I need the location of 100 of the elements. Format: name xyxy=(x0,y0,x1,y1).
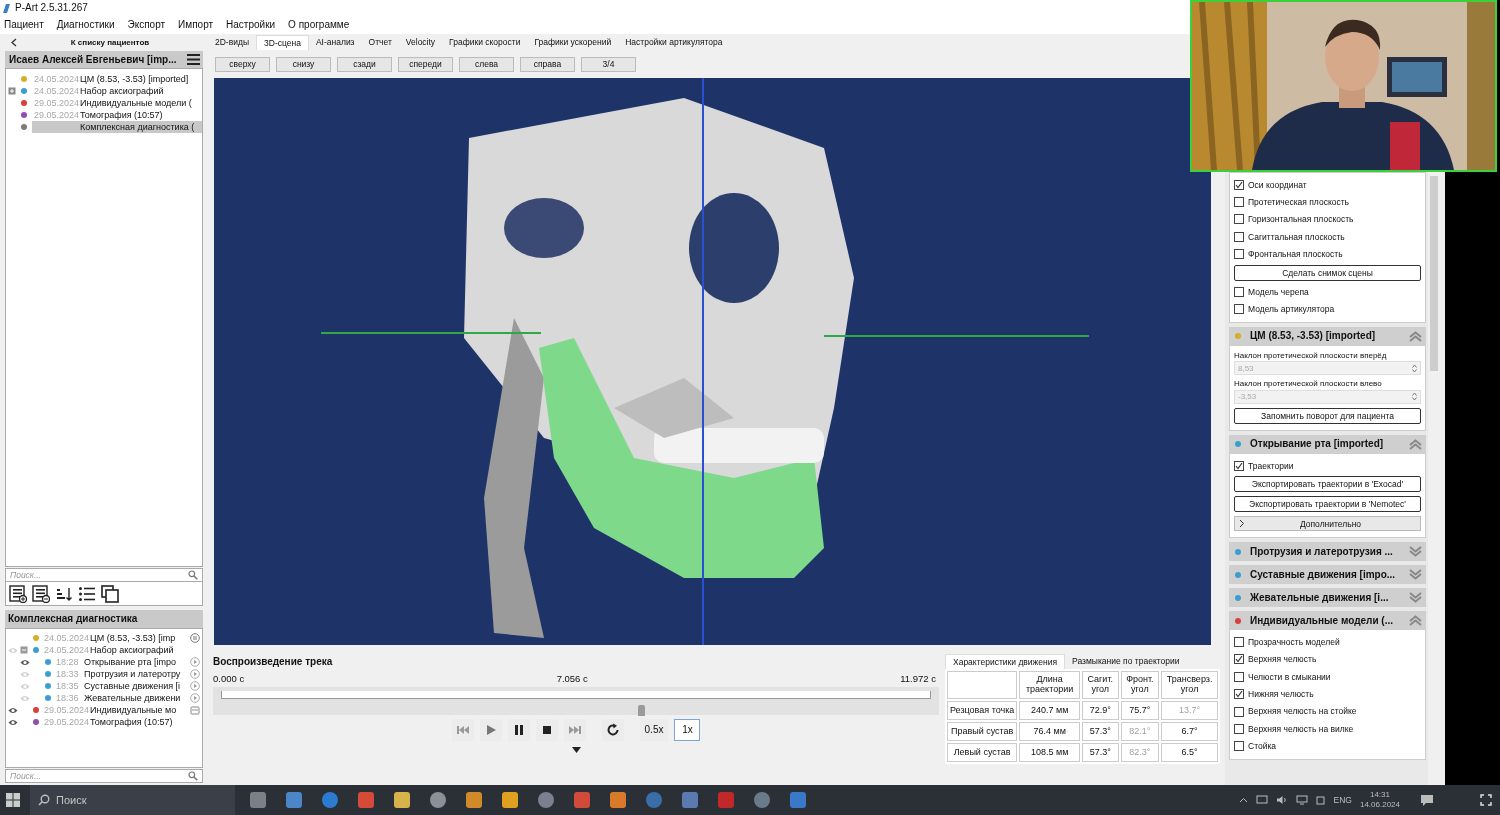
search-field[interactable]: Поиск... xyxy=(5,769,203,783)
play-icon[interactable] xyxy=(190,693,200,703)
list-item[interactable]: 18:36 Жевательные движени xyxy=(6,692,202,704)
search-field[interactable]: Поиск... xyxy=(5,568,203,582)
section-header[interactable]: Жевательные движения [i... xyxy=(1229,588,1426,608)
app-icon[interactable] xyxy=(465,791,483,809)
checkbox[interactable] xyxy=(1234,286,1244,297)
list-item[interactable]: 24.05.2024Набор аксиографий xyxy=(32,85,202,97)
list-remove-icon[interactable] xyxy=(32,584,50,603)
checkbox-label[interactable]: Прозрачность моделей xyxy=(1248,636,1340,648)
play-icon[interactable] xyxy=(190,669,200,679)
checkbox[interactable] xyxy=(1234,741,1244,752)
menu-icon[interactable] xyxy=(187,54,200,65)
app-icon[interactable] xyxy=(321,791,339,809)
clock-time[interactable]: 14:31 xyxy=(1369,790,1390,800)
checkbox-label[interactable]: Горизонтальная плоскость xyxy=(1248,214,1354,225)
app-icon[interactable] xyxy=(393,791,411,809)
tab[interactable]: Характеристики движения xyxy=(945,654,1066,669)
play-icon[interactable] xyxy=(190,657,200,667)
tab[interactable]: Velocity xyxy=(398,35,443,50)
view-button[interactable]: 3/4 xyxy=(581,56,636,72)
repeat-button[interactable] xyxy=(601,719,624,742)
speed-button[interactable]: 0.5x xyxy=(639,719,669,742)
list-item[interactable]: 24.05.2024ЦМ (8.53, -3.53) [imp xyxy=(6,632,202,644)
chevron-up-icon[interactable] xyxy=(1238,797,1248,803)
spin-arrows-icon[interactable] xyxy=(1412,363,1417,373)
checkbox-label[interactable]: Модель черепа xyxy=(1248,286,1309,297)
list-icon[interactable] xyxy=(78,584,96,603)
checkbox[interactable] xyxy=(1234,214,1244,225)
checkbox[interactable] xyxy=(1234,249,1244,260)
app-icon[interactable] xyxy=(537,791,555,809)
play-icon[interactable] xyxy=(190,681,200,691)
list-item[interactable]: 18:28 Открывание рта [impo xyxy=(6,656,202,668)
more-button[interactable]: Дополнительно xyxy=(1234,516,1421,532)
app-icon[interactable] xyxy=(285,791,303,809)
list-add-icon[interactable] xyxy=(9,584,27,603)
search-icon[interactable] xyxy=(188,771,198,781)
view-button[interactable]: сверху xyxy=(215,56,270,72)
list-item[interactable]: 18:33 Протрузия и латеротру xyxy=(6,668,202,680)
app-icon[interactable] xyxy=(357,791,375,809)
section-header[interactable]: Индивидуальные модели (... xyxy=(1229,611,1426,631)
list-item[interactable]: 29.05.2024Индивидуальные модели ( xyxy=(32,97,202,109)
app-icon[interactable] xyxy=(789,791,807,809)
checkbox-label[interactable]: Модель артикулятора xyxy=(1248,303,1335,315)
eye-icon[interactable] xyxy=(20,657,30,667)
display-icon[interactable] xyxy=(1255,795,1268,805)
timeline-thumb[interactable] xyxy=(638,705,646,717)
search-field[interactable]: Поиск xyxy=(30,785,235,815)
list-item[interactable]: 24.05.2024ЦМ (8.53, -3.53) [imported] xyxy=(32,73,202,85)
list-item[interactable]: Комплексная диагностика ( xyxy=(32,121,202,133)
checkbox[interactable] xyxy=(1234,304,1244,315)
list-item[interactable]: 29.05.2024Томография (10:57) xyxy=(32,109,202,121)
list-item[interactable]: 29.05.2024Индивидуальные мо xyxy=(6,704,202,716)
search-icon[interactable] xyxy=(38,794,50,806)
checkbox-label[interactable]: Нижняя челюсть xyxy=(1248,689,1314,700)
menu-item[interactable]: О программе xyxy=(288,19,350,31)
checkbox[interactable] xyxy=(1234,706,1244,717)
section-header[interactable]: Открывание рта [imported] xyxy=(1229,434,1426,454)
tab[interactable]: Графики скорости xyxy=(442,35,528,50)
checkbox-label[interactable]: Протетическая плоскость xyxy=(1248,197,1349,208)
checkbox[interactable] xyxy=(1234,231,1244,242)
app-icon[interactable] xyxy=(501,791,519,809)
checkbox-label[interactable]: Траектории xyxy=(1248,460,1294,471)
checkbox-label[interactable]: Фронтальная плоскость xyxy=(1248,249,1343,260)
spin-arrows-icon[interactable] xyxy=(1412,392,1417,402)
search-icon[interactable] xyxy=(188,570,198,580)
checkbox-label[interactable]: Сагиттальная плоскость xyxy=(1248,231,1345,242)
pause-button[interactable] xyxy=(507,719,530,742)
menu-item[interactable]: Импорт xyxy=(178,19,214,31)
collapse-arrow-icon[interactable] xyxy=(571,747,581,754)
section-header[interactable]: ЦМ (8.53, -3.53) [imported] xyxy=(1229,326,1426,346)
fullscreen-icon[interactable] xyxy=(1480,794,1492,806)
action-button[interactable]: Экспортировать траектории в 'Nemotec' xyxy=(1234,496,1421,513)
tab[interactable]: Графики ускорений xyxy=(527,35,619,50)
timeline-track[interactable] xyxy=(213,687,939,716)
view-button[interactable]: снизу xyxy=(276,56,331,72)
app-icon[interactable] xyxy=(681,791,699,809)
view-button[interactable]: спереди xyxy=(398,56,453,72)
menu-item[interactable]: Пациент xyxy=(4,19,44,31)
view-button[interactable]: слева xyxy=(459,56,514,72)
speed-button[interactable]: 1x xyxy=(674,719,701,742)
checkbox-label[interactable]: Верхняя челюсть на стойке xyxy=(1248,706,1357,717)
checkbox[interactable] xyxy=(1234,671,1244,682)
checkbox[interactable] xyxy=(1234,460,1244,471)
eye-icon[interactable] xyxy=(8,717,18,727)
action-button[interactable]: Запомнить поворот для пациента xyxy=(1234,407,1421,424)
app-icon[interactable] xyxy=(249,791,267,809)
view-button[interactable]: справа xyxy=(520,56,575,72)
eye-icon[interactable] xyxy=(8,705,18,715)
back-link[interactable]: К списку пациентов xyxy=(17,37,203,48)
network-icon[interactable] xyxy=(1295,795,1308,805)
checkbox[interactable] xyxy=(1234,637,1244,647)
notification-icon[interactable] xyxy=(1420,793,1434,807)
model-icon[interactable] xyxy=(190,705,200,715)
checkbox[interactable] xyxy=(1234,197,1244,208)
checkbox[interactable] xyxy=(1234,723,1244,734)
app-icon[interactable] xyxy=(609,791,627,809)
skip-forward-button[interactable] xyxy=(563,719,586,742)
section-header[interactable]: Суставные движения [impo... xyxy=(1229,565,1426,585)
checkbox[interactable] xyxy=(1234,654,1244,665)
